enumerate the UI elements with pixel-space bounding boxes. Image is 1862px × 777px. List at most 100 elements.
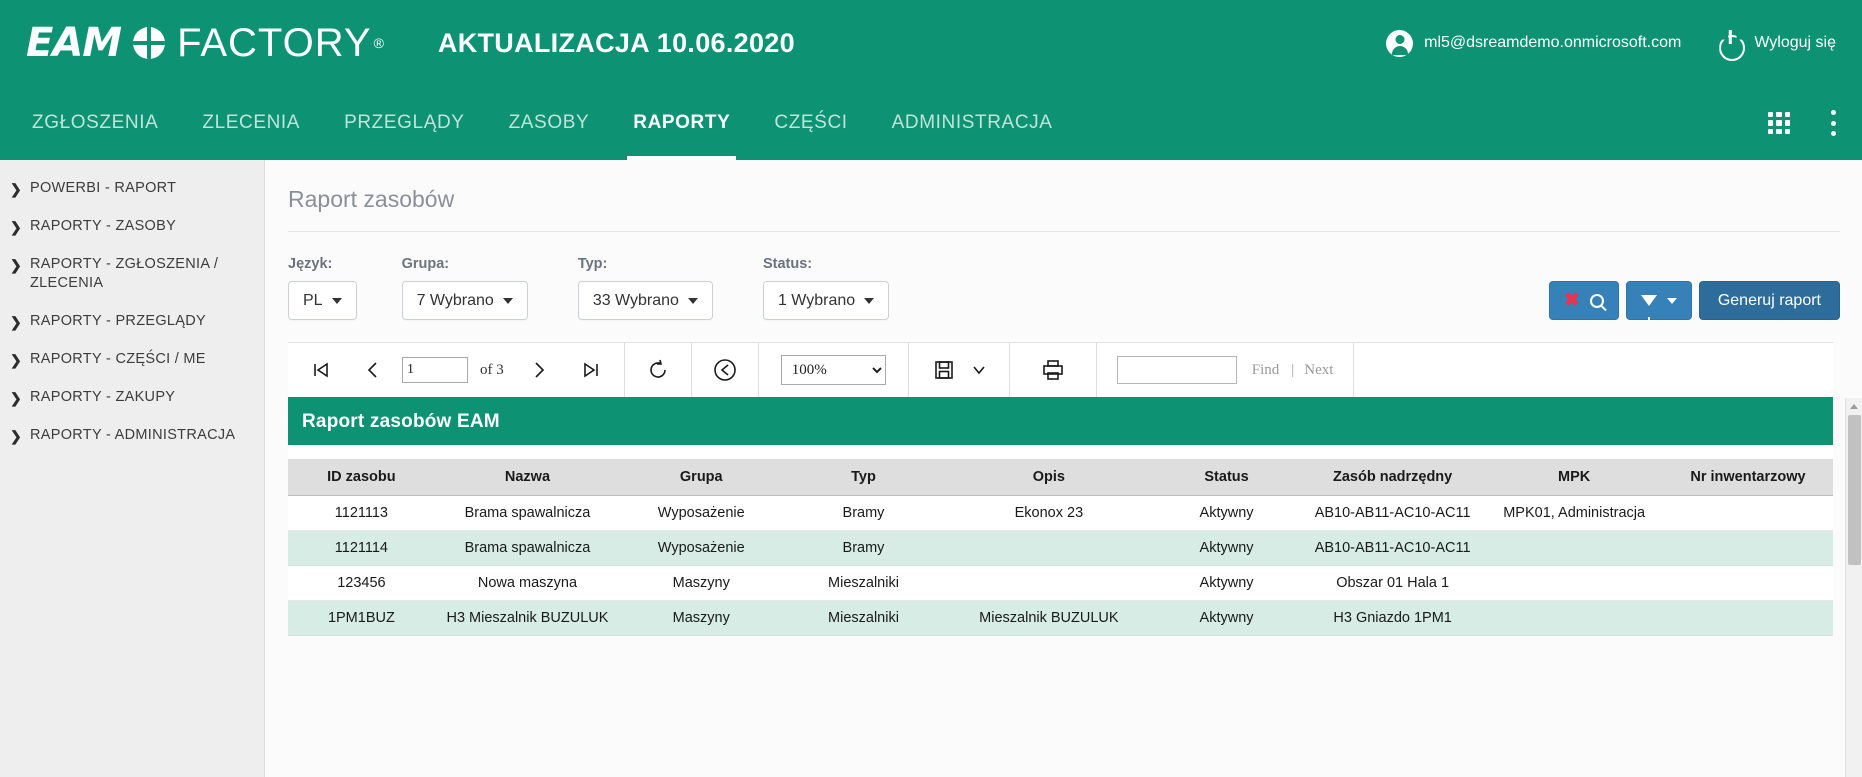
cell-mpk (1485, 565, 1663, 601)
filter-typ-label: Typ: (577, 256, 608, 272)
filter-typ-dropdown[interactable]: 33 Wybrano (577, 281, 713, 320)
table-row[interactable]: 123456 Nowa maszyna Maszyny Mieszalniki … (288, 565, 1833, 601)
logout-button[interactable]: Wyloguj się (1717, 30, 1836, 56)
sidebar-item-raporty-zakupy[interactable]: RAPORTY - ZAKUPY (0, 379, 264, 417)
chevron-down-icon (1666, 297, 1677, 304)
table-row[interactable]: 1121114 Brama spawalnicza Wyposażenie Br… (288, 530, 1833, 566)
chevron-right-icon (8, 256, 24, 275)
cell-grupa: Maszyny (620, 565, 783, 601)
nav-right-icons (1768, 110, 1836, 136)
nav-tab-zlecenia[interactable]: ZLECENIA (180, 86, 322, 160)
cell-status: Aktywny (1153, 495, 1300, 531)
find-next-button[interactable]: Next (1304, 362, 1333, 379)
cell-status: Aktywny (1153, 565, 1300, 601)
nav-tab-zasoby[interactable]: ZASOBY (487, 86, 612, 160)
zoom-select[interactable]: 100% (780, 355, 886, 385)
next-page-button[interactable] (516, 343, 562, 397)
cell-nazwa: Nowa maszyna (434, 565, 621, 601)
cell-grupa: Wyposażenie (620, 530, 783, 566)
print-button[interactable] (1030, 343, 1076, 397)
last-page-button[interactable] (568, 343, 614, 397)
back-to-parent-report-button[interactable] (702, 343, 748, 397)
table-row[interactable]: 1PM1BUZ H3 Mieszalnik BUZULUK Maszyny Mi… (288, 600, 1833, 636)
chevron-right-icon (8, 313, 24, 332)
search-icon (1589, 293, 1604, 308)
page-number-input[interactable] (402, 357, 468, 383)
column-header-nr-inwentarzowy: Nr inwentarzowy (1662, 459, 1833, 496)
find-separator: | (1291, 361, 1295, 378)
sidebar-item-raporty-zasoby[interactable]: RAPORTY - ZASOBY (0, 208, 264, 246)
cell-opis: Mieszalnik BUZULUK (944, 600, 1154, 636)
main-navigation-bar: ZGŁOSZENIA ZLECENIA PRZEGLĄDY ZASOBY RAP… (0, 86, 1862, 160)
filter-menu-button[interactable] (1625, 281, 1692, 321)
table-row[interactable]: 1121113 Brama spawalnicza Wyposażenie Br… (288, 495, 1833, 531)
chevron-right-icon (8, 180, 24, 199)
nav-tab-przeglady[interactable]: PRZEGLĄDY (322, 86, 487, 160)
export-save-button[interactable] (927, 343, 961, 397)
nav-tab-raporty[interactable]: RAPORTY (611, 86, 752, 160)
filter-jezyk: Język: PL (288, 256, 357, 320)
generate-report-button[interactable]: Generuj raport (1698, 281, 1840, 320)
clear-and-search-button[interactable]: ✖ (1548, 281, 1619, 320)
print-segment (1010, 343, 1097, 397)
filter-status-dropdown[interactable]: 1 Wybrano (762, 281, 890, 320)
filter-grupa-dropdown[interactable]: 7 Wybrano (401, 281, 528, 320)
filter-jezyk-value: PL (303, 291, 323, 309)
cell-typ: Bramy (782, 495, 945, 531)
sidebar-item-raporty-przeglady[interactable]: RAPORTY - PRZEGLĄDY (0, 303, 264, 341)
clear-x-icon: ✖ (1563, 290, 1580, 311)
cell-mpk: MPK01, Administracja (1485, 495, 1663, 531)
chevron-down-icon (687, 297, 698, 304)
nav-tab-czesci[interactable]: CZĘŚCI (752, 86, 869, 160)
chevron-down-icon (864, 297, 875, 304)
apps-grid-icon[interactable] (1768, 112, 1790, 134)
report-viewer-toolbar: of 3 100% (288, 343, 1833, 399)
refresh-button[interactable] (635, 343, 681, 397)
vertical-scrollbar[interactable] (1845, 398, 1862, 777)
scrollbar-thumb[interactable] (1848, 415, 1861, 565)
column-header-mpk: MPK (1485, 459, 1663, 496)
sidebar-item-label: RAPORTY - ZAKUPY (30, 388, 176, 405)
brand-circle-icon (133, 27, 166, 59)
find-input[interactable] (1116, 356, 1237, 384)
cell-parent: Obszar 01 Hala 1 (1299, 565, 1486, 601)
sidebar-item-raporty-administracja[interactable]: RAPORTY - ADMINISTRACJA (0, 417, 264, 455)
previous-page-button[interactable] (350, 343, 396, 397)
chevron-down-icon (502, 297, 513, 304)
cell-status: Aktywny (1153, 600, 1300, 636)
nav-tab-zgloszenia[interactable]: ZGŁOSZENIA (10, 86, 180, 160)
brand-factory-text: FACTORY (177, 20, 372, 65)
table-header-row: ID zasobu Nazwa Grupa Typ Opis Status Za… (288, 459, 1833, 496)
filter-typ: Typ: 33 Wybrano (577, 256, 713, 320)
power-icon (1717, 30, 1743, 56)
cell-parent: AB10-AB11-AC10-AC11 (1299, 495, 1486, 531)
more-options-vertical-dots-icon[interactable] (1830, 110, 1836, 136)
chevron-right-icon (8, 351, 24, 370)
export-dropdown-button[interactable] (967, 343, 991, 397)
nav-tab-administracja[interactable]: ADMINISTRACJA (870, 86, 1075, 160)
cell-grupa: Wyposażenie (620, 495, 783, 531)
cell-nazwa: H3 Mieszalnik BUZULUK (434, 600, 621, 636)
cell-inv (1662, 495, 1833, 531)
back-segment (692, 343, 759, 397)
first-page-button[interactable] (298, 343, 344, 397)
cell-id: 1PM1BUZ (288, 600, 435, 636)
scroll-up-arrow-icon[interactable] (1846, 398, 1862, 415)
user-account[interactable]: ml5@dsreamdemo.onmicrosoft.com (1386, 29, 1681, 57)
cell-parent: AB10-AB11-AC10-AC11 (1299, 530, 1486, 566)
cell-opis: Ekonox 23 (944, 495, 1154, 531)
find-button[interactable]: Find (1252, 362, 1280, 379)
sidebar-item-powerbi-raport[interactable]: POWERBI - RAPORT (0, 170, 264, 208)
filter-grupa-value: 7 Wybrano (416, 291, 494, 309)
cell-opis (944, 530, 1154, 566)
sidebar-item-raporty-czesci-me[interactable]: RAPORTY - CZĘŚCI / ME (0, 341, 264, 379)
sidebar-navigation: POWERBI - RAPORT RAPORTY - ZASOBY RAPORT… (0, 160, 265, 777)
sidebar-item-raporty-zgloszenia-zlecenia[interactable]: RAPORTY - ZGŁOSZENIA / ZLECENIA (0, 246, 264, 303)
filter-jezyk-dropdown[interactable]: PL (288, 281, 357, 320)
chevron-right-icon (8, 427, 24, 446)
registered-trademark-icon: ® (373, 35, 384, 51)
cell-status: Aktywny (1153, 530, 1300, 566)
filter-status-value: 1 Wybrano (777, 291, 856, 309)
report-banner-title: Raport zasobów EAM (288, 399, 1833, 445)
cell-nazwa: Brama spawalnicza (434, 495, 621, 531)
